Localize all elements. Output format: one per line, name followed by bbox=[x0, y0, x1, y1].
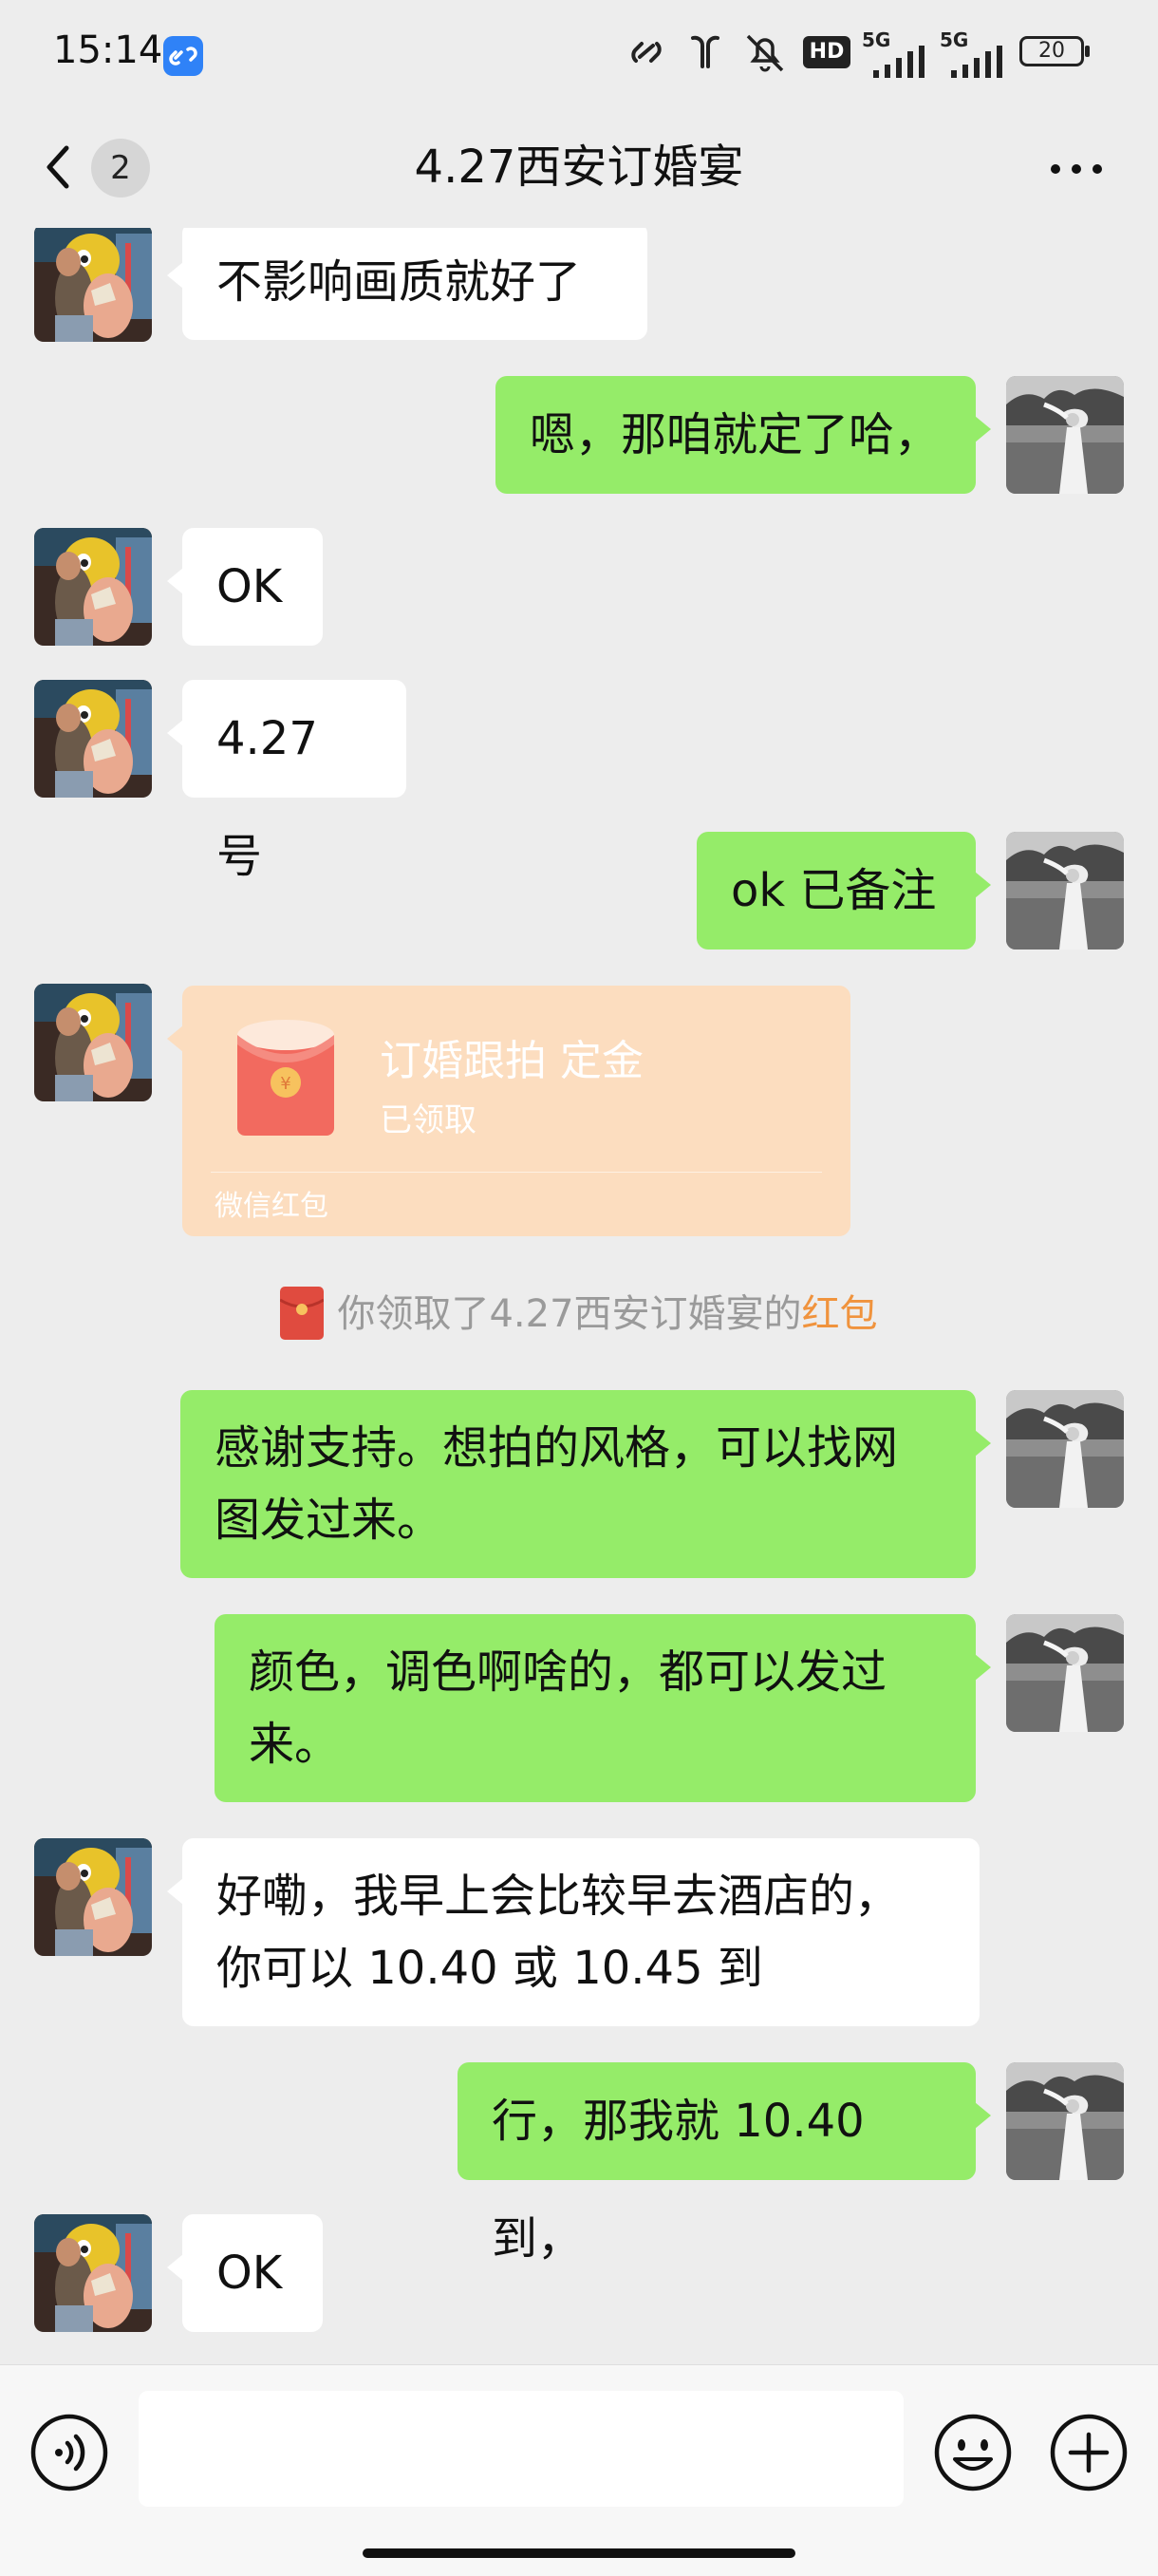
friend-avatar[interactable] bbox=[34, 1838, 152, 1956]
message-bubble-right[interactable]: 感谢支持。想拍的风格，可以找网 图发过来。 bbox=[180, 1390, 991, 1578]
hd-voice-badge: HD bbox=[803, 36, 850, 68]
plus-button[interactable] bbox=[1048, 2412, 1130, 2493]
header-edge bbox=[0, 211, 1158, 228]
red-packet-status: 已领取 bbox=[380, 1101, 476, 1139]
my-avatar[interactable] bbox=[1006, 1390, 1124, 1508]
signal-icon-2 bbox=[951, 46, 1002, 78]
my-avatar[interactable] bbox=[1006, 376, 1124, 494]
message-bubble-left[interactable]: OK bbox=[167, 528, 323, 646]
friend-avatar[interactable] bbox=[34, 680, 152, 798]
battery-level: 20 bbox=[1038, 39, 1065, 63]
message-bubble-left[interactable]: 4.27 号 bbox=[167, 680, 406, 883]
message-bubble-right[interactable]: ok 已备注 bbox=[697, 832, 991, 950]
my-avatar[interactable] bbox=[1006, 2062, 1124, 2180]
emoji-button[interactable] bbox=[932, 2412, 1014, 2493]
friend-avatar[interactable] bbox=[34, 528, 152, 646]
signal-icon-1 bbox=[873, 46, 925, 78]
home-indicator[interactable] bbox=[363, 2548, 795, 2558]
link-app-icon bbox=[163, 36, 203, 76]
notice-red-packet-link[interactable]: 红包 bbox=[802, 1292, 878, 1336]
plus-icon bbox=[1050, 2414, 1128, 2491]
emoji-icon bbox=[934, 2414, 1012, 2491]
message-bubble-left[interactable]: 好嘞，我早上会比较早去酒店的， 你可以 10.40 或 10.45 到 bbox=[167, 1838, 980, 2026]
unread-count-badge: 2 bbox=[91, 139, 150, 197]
svg-text:¥: ¥ bbox=[280, 1074, 290, 1094]
message-bubble-right[interactable]: 行，那我就 10.40 到， bbox=[458, 2062, 991, 2266]
friend-avatar[interactable] bbox=[34, 224, 152, 342]
chevron-left-icon bbox=[47, 145, 69, 189]
status-time: 15:14 bbox=[53, 28, 163, 72]
battery-tip bbox=[1085, 46, 1090, 57]
red-packet-message[interactable]: ¥ 订婚跟拍 定金 已领取 微信红包 bbox=[167, 986, 850, 1236]
my-avatar[interactable] bbox=[1006, 832, 1124, 950]
notice-text: 你领取了4.27西安订婚宴的 bbox=[337, 1292, 802, 1336]
system-notice: 你领取了4.27西安订婚宴的红包 bbox=[0, 1284, 1158, 1344]
message-bubble-right[interactable]: 颜色，调色啊啥的，都可以发过 来。 bbox=[215, 1614, 991, 1802]
more-button[interactable] bbox=[1040, 142, 1112, 196]
voice-icon bbox=[30, 2414, 108, 2491]
more-dots-icon bbox=[1051, 164, 1102, 174]
message-bubble-right[interactable]: 嗯，那咱就定了哈， bbox=[495, 376, 991, 494]
red-envelope-small-icon bbox=[280, 1287, 325, 1340]
message-bubble-left[interactable]: OK bbox=[167, 2214, 323, 2332]
my-avatar[interactable] bbox=[1006, 1614, 1124, 1732]
message-input[interactable] bbox=[139, 2391, 904, 2507]
hotspot-link-icon bbox=[631, 42, 662, 63]
chat-title: 4.27西安订婚宴 bbox=[414, 141, 744, 194]
friend-avatar[interactable] bbox=[34, 984, 152, 1101]
red-packet-footer: 微信红包 bbox=[215, 1190, 328, 1223]
message-bubble-left[interactable]: 不影响画质就好了 bbox=[167, 222, 647, 340]
mute-bell-icon bbox=[746, 34, 784, 72]
earbuds-icon bbox=[691, 35, 719, 68]
red-envelope-icon: ¥ bbox=[237, 1020, 334, 1136]
red-packet-divider bbox=[211, 1172, 822, 1173]
voice-button[interactable] bbox=[28, 2412, 110, 2493]
friend-avatar[interactable] bbox=[34, 2214, 152, 2332]
